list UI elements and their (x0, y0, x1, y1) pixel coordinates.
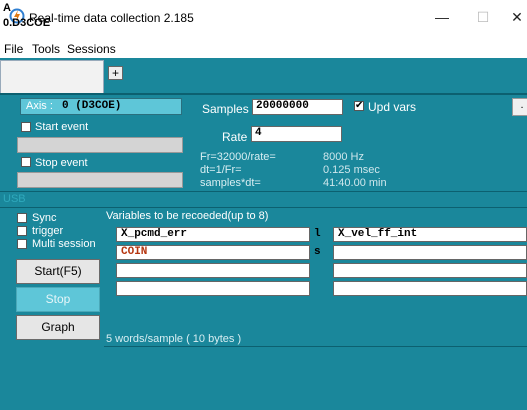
trigger-checkbox[interactable] (17, 226, 27, 236)
info-value-dt: 0.125 msec (323, 164, 380, 176)
variables-title: Variables to be recoeded(up to 8) (106, 210, 269, 222)
stop-button[interactable]: Stop (16, 287, 100, 312)
stop-event-checkbox[interactable] (21, 157, 31, 167)
panel-divider (0, 93, 527, 95)
variable-input-right-2[interactable] (333, 245, 527, 260)
rate-label: Rate (222, 130, 248, 144)
stop-event-label: Stop event (35, 157, 88, 169)
menu-file[interactable]: File (4, 42, 23, 56)
info-label-dt: dt=1/Fr= (200, 164, 242, 176)
variable-input-left-3[interactable] (116, 263, 310, 278)
trigger-label: trigger (32, 225, 64, 237)
variable-input-left-1[interactable]: X_pcmd_err (116, 227, 310, 242)
variable-input-right-3[interactable] (333, 263, 527, 278)
variable-input-right-4[interactable] (333, 281, 527, 296)
tab-name: 0.D3COE (3, 17, 51, 29)
axis-value: 0 (D3COE) (62, 100, 122, 112)
more-button[interactable]: . (512, 98, 527, 116)
section-divider (0, 191, 527, 192)
rate-input[interactable]: 4 (251, 126, 342, 142)
menu-sessions[interactable]: Sessions (67, 42, 116, 56)
start-button[interactable]: Start(F5) (16, 259, 100, 284)
usb-label: USB (3, 193, 26, 205)
sync-checkbox[interactable] (17, 213, 27, 223)
variable-gap-mark: s (314, 246, 321, 258)
section-divider (0, 207, 527, 208)
upd-vars-label: Upd vars (368, 100, 417, 114)
variable-gap-mark: l (314, 228, 321, 240)
variable-input-left-2[interactable]: COIN (116, 245, 310, 260)
sync-label: Sync (32, 212, 57, 224)
stop-event-field[interactable] (17, 172, 183, 188)
graph-button[interactable]: Graph (16, 315, 100, 340)
add-tab-button[interactable]: + (108, 66, 123, 80)
axis-label: Axis : (26, 100, 53, 112)
samples-label: Samples (202, 102, 249, 116)
minimize-button[interactable]: — (425, 6, 459, 28)
close-button[interactable]: ✕ (500, 6, 527, 28)
menu-tools[interactable]: Tools (32, 42, 60, 56)
tab-session-a[interactable] (0, 60, 104, 93)
info-label-fr: Fr=32000/rate= (200, 151, 276, 163)
bottom-divider (104, 346, 527, 347)
window-title: Real-time data collection 2.185 (29, 11, 194, 25)
maximize-button[interactable]: ☐ (466, 6, 500, 28)
multi-session-checkbox[interactable] (17, 239, 27, 249)
info-label-duration: samples*dt= (200, 177, 261, 189)
info-value-fr: 8000 Hz (323, 151, 364, 163)
start-event-label: Start event (35, 121, 89, 133)
variable-input-left-4[interactable] (116, 281, 310, 296)
samples-input[interactable]: 20000000 (252, 99, 343, 115)
info-value-duration: 41:40.00 min (323, 177, 387, 189)
start-event-field[interactable] (17, 137, 183, 153)
words-per-sample-label: 5 words/sample ( 10 bytes ) (106, 333, 242, 345)
tab-letter: A (3, 2, 11, 14)
variable-input-right-1[interactable]: X_vel_ff_int (333, 227, 527, 242)
start-event-checkbox[interactable] (21, 122, 31, 132)
upd-vars-checkbox[interactable] (354, 100, 364, 111)
multi-session-label: Multi session (32, 238, 96, 250)
